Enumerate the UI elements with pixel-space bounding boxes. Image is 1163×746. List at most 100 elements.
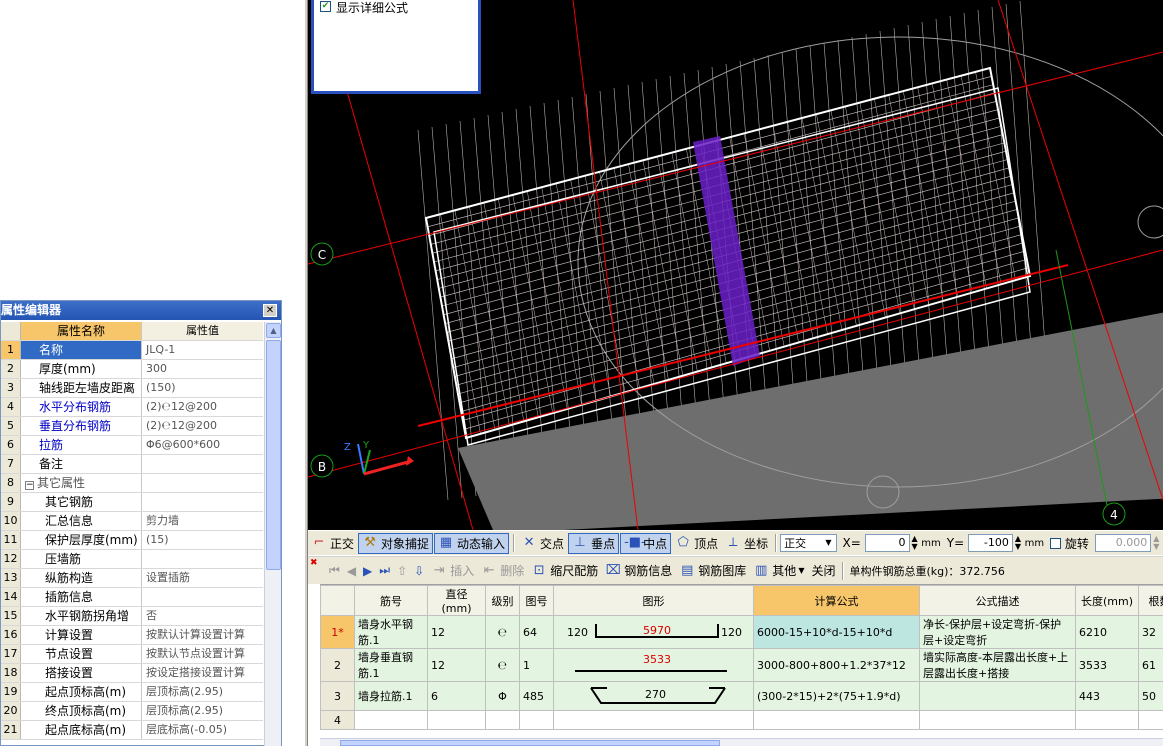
property-row[interactable]: 4 水平分布钢筋 (2)℮12@200 [1,398,263,417]
rotate-spinner-icon[interactable]: ▲ ▼ [1153,535,1161,551]
property-value[interactable]: 300 [142,360,263,378]
prev-record-icon[interactable]: ◀ [344,560,359,581]
rotate-checkbox[interactable] [1050,537,1061,549]
formula-cell[interactable] [753,710,920,730]
grade-cell[interactable]: ℮ [485,615,520,649]
grid-horizontal-scrollbar[interactable] [320,738,1163,746]
row-number[interactable]: 4 [320,710,355,730]
property-row[interactable]: 20 终点顶标高(m) 层顶标高(2.95) [1,702,263,721]
property-row[interactable]: 17 节点设置 按默认节点设置计算 [1,645,263,664]
diameter-cell[interactable]: 12 [427,648,486,682]
row-number[interactable]: 3 [320,681,355,711]
move-down-icon[interactable]: ⇩ [411,560,427,581]
count-cell[interactable]: 50 [1138,681,1163,711]
property-value[interactable] [142,493,263,511]
count-cell[interactable]: 61 [1138,648,1163,682]
table-row[interactable]: 2 墙身垂直钢筋.1 12 ℮ 1 3533 3000-800+800+1.2*… [320,648,1163,682]
property-row[interactable]: 10 汇总信息 剪力墙 [1,512,263,531]
object-snap-button[interactable]: ⚒ 对象捕捉 [358,532,434,554]
property-value[interactable]: 否 [142,607,263,625]
property-value[interactable]: (150) [142,379,263,397]
row-number[interactable]: 1* [320,615,355,649]
property-scrollbar[interactable]: ▲ [264,322,281,746]
insert-button[interactable]: ⇥ 插入 [428,560,477,581]
y-input[interactable]: -100 [968,534,1013,552]
property-row[interactable]: 15 水平钢筋拐角增否 [1,607,263,626]
table-row[interactable]: 3 墙身拉筋.1 6 Φ 485 270 (300-2*15)+2*(75+1.… [320,681,1163,711]
rebar-info-button[interactable]: ⌧ 钢筋信息 [602,560,675,581]
rebar-name-cell[interactable] [354,710,428,730]
property-value[interactable]: 层顶标高(2.95) [142,683,263,701]
figure-no-cell[interactable]: 1 [519,648,554,682]
property-value[interactable]: 设置插筋 [142,569,263,587]
collapse-icon[interactable]: − [25,481,34,490]
rotate-input[interactable]: 0.000 [1094,534,1152,552]
rebar-library-button[interactable]: ▤ 钢筋图库 [676,560,749,581]
dynamic-input-button[interactable]: ▦ 动态输入 [434,532,510,554]
shape-cell[interactable] [553,710,754,730]
delete-button[interactable]: ⇤ 删除 [478,560,527,581]
diameter-cell[interactable]: 12 [427,615,486,649]
rebar-name-cell[interactable]: 墙身水平钢筋.1 [354,615,428,649]
shape-cell[interactable]: 120 5970 120 [553,615,754,649]
x-spinner-icon[interactable]: ▲ ▼ [912,535,920,551]
property-value[interactable]: 按默认计算设置计算 [142,626,263,644]
property-row[interactable]: 1 名称 JLQ-1 [1,341,263,360]
property-value[interactable]: 层底标高(-0.05) [142,721,263,739]
property-row[interactable]: 19 起点顶标高(m) 层顶标高(2.95) [1,683,263,702]
ortho-button[interactable]: ⌐ 正交 [308,533,357,554]
count-cell[interactable] [1138,710,1163,730]
length-cell[interactable]: 6210 [1075,615,1139,649]
property-row[interactable]: 18 搭接设置 按设定搭接设置计算 [1,664,263,683]
property-value[interactable] [142,455,263,473]
rebar-name-cell[interactable]: 墙身拉筋.1 [354,681,428,711]
property-row[interactable]: 9 其它钢筋 [1,493,263,512]
property-value[interactable] [142,588,263,606]
property-value[interactable]: Φ6@600*600 [142,436,263,454]
table-row[interactable]: 1* 墙身水平钢筋.1 12 ℮ 64 120 5970 120 6000-15… [320,615,1163,649]
scroll-thumb[interactable] [340,740,720,746]
property-row[interactable]: 13 纵筋构造 设置插筋 [1,569,263,588]
description-cell[interactable] [919,710,1076,730]
x-input[interactable]: 0 [864,534,910,552]
figure-no-cell[interactable]: 64 [519,615,554,649]
length-cell[interactable]: 443 [1075,681,1139,711]
show-detail-formula-checkbox[interactable]: ✔ [320,1,331,12]
figure-no-cell[interactable]: 485 [519,681,554,711]
property-value[interactable] [142,550,263,568]
property-row[interactable]: 14 插筋信息 [1,588,263,607]
property-row[interactable]: 5 垂直分布钢筋 (2)℮12@200 [1,417,263,436]
formula-cell[interactable]: 6000-15+10*d-15+10*d [753,615,920,649]
property-row[interactable]: 7 备注 [1,455,263,474]
scale-rebar-button[interactable]: ⊡ 缩尺配筋 [528,560,601,581]
property-value[interactable]: JLQ-1 [142,341,263,359]
diameter-cell[interactable] [427,710,486,730]
property-row[interactable]: 12 压墙筋 [1,550,263,569]
property-value[interactable]: 层顶标高(2.95) [142,702,263,720]
property-row[interactable]: 16 计算设置 按默认计算设置计算 [1,626,263,645]
description-cell[interactable]: 净长-保护层+设定弯折-保护层+设定弯折 [919,615,1076,649]
drawing-viewport[interactable]: C B 4 Z Y ✔ 显示详细公式 [308,0,1163,530]
other-menu-button[interactable]: ▥ 其他 ▼ [750,560,807,581]
shape-cell[interactable]: 270 [553,681,754,711]
property-row[interactable]: 11 保护层厚度(mm) (15) [1,531,263,550]
grade-cell[interactable]: Φ [485,681,520,711]
first-record-icon[interactable]: ⏮ [326,560,343,581]
panel-close-icon[interactable]: ✖ [310,559,318,568]
property-row[interactable]: 3 轴线距左墙皮距离 (150) [1,379,263,398]
next-record-icon[interactable]: ▶ [360,560,375,581]
vertex-button[interactable]: ⬠ 顶点 [672,533,721,554]
property-value[interactable]: 按默认节点设置计算 [142,645,263,663]
diameter-cell[interactable]: 6 [427,681,486,711]
mode-select[interactable]: 正交 ▼ [780,534,837,552]
count-cell[interactable]: 32 [1138,615,1163,649]
coordinate-button[interactable]: ⟂ 坐标 [722,533,771,554]
table-row[interactable]: 4 [320,710,1163,730]
perpendicular-button[interactable]: ⊥ 垂点 [568,532,620,554]
property-value[interactable] [142,474,263,492]
close-icon[interactable]: ✕ [263,304,277,317]
intersection-button[interactable]: ✕ 交点 [518,533,567,554]
last-record-icon[interactable]: ⏭ [376,560,393,581]
length-cell[interactable]: 3533 [1075,648,1139,682]
move-up-icon[interactable]: ⇧ [394,560,410,581]
